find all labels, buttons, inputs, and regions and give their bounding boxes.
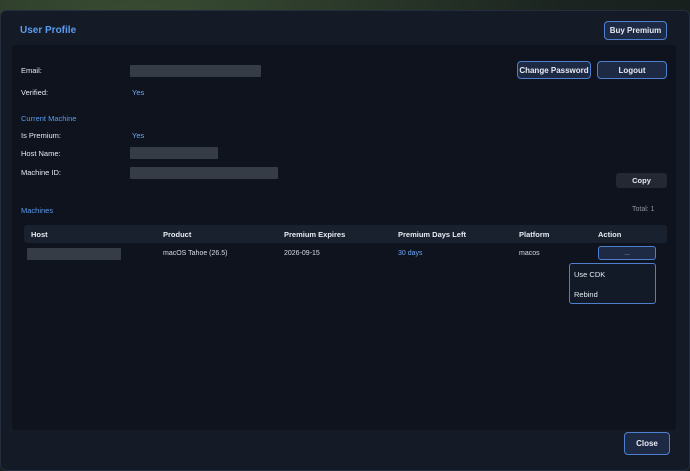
host-cell-redacted — [27, 248, 121, 260]
host-name-label: Host Name: — [21, 149, 61, 158]
column-product: Product — [163, 230, 192, 239]
column-action: Action — [598, 230, 622, 239]
machines-total: Total: 1 — [632, 206, 655, 213]
column-host: Host — [31, 230, 48, 239]
machines-table-header: Host Product Premium Expires Premium Day… — [24, 225, 667, 243]
change-password-button[interactable]: Change Password — [517, 61, 591, 79]
row-action-button[interactable]: ... — [598, 246, 656, 260]
buy-premium-button[interactable]: Buy Premium — [604, 21, 667, 40]
email-label: Email: — [21, 66, 42, 75]
profile-panel: Email: Change Password Logout Verified: … — [12, 45, 676, 430]
user-profile-dialog: User Profile Buy Premium Email: Change P… — [0, 10, 690, 471]
machine-id-label: Machine ID: — [21, 168, 62, 177]
platform-cell: macos — [519, 250, 540, 257]
product-cell: macOS Tahoe (26.5) — [163, 250, 228, 257]
copy-machine-id-button[interactable]: Copy — [616, 173, 667, 188]
column-premium-expires: Premium Expires — [284, 230, 346, 239]
action-dropdown-menu: Use CDK Rebind — [569, 263, 656, 304]
dialog-title: User Profile — [20, 25, 77, 36]
premium-days-left-cell: 30 days — [398, 250, 423, 257]
is-premium-label: Is Premium: — [21, 131, 62, 140]
close-button[interactable]: Close — [624, 432, 670, 455]
dialog-header: User Profile Buy Premium — [1, 11, 689, 45]
host-name-value-redacted — [130, 147, 218, 159]
premium-expires-cell: 2026-09-15 — [284, 250, 320, 257]
column-premium-days-left: Premium Days Left — [398, 230, 466, 239]
email-value-redacted — [130, 65, 261, 77]
current-machine-heading: Current Machine — [21, 114, 77, 123]
menu-item-rebind[interactable]: Rebind — [574, 290, 598, 299]
verified-label: Verified: — [21, 88, 49, 97]
machines-heading: Machines — [21, 206, 54, 215]
machine-id-value-redacted — [130, 167, 278, 179]
is-premium-value: Yes — [132, 131, 145, 140]
column-platform: Platform — [519, 230, 550, 239]
logout-button[interactable]: Logout — [597, 61, 667, 79]
menu-item-use-cdk[interactable]: Use CDK — [574, 270, 605, 279]
verified-value: Yes — [132, 88, 145, 97]
